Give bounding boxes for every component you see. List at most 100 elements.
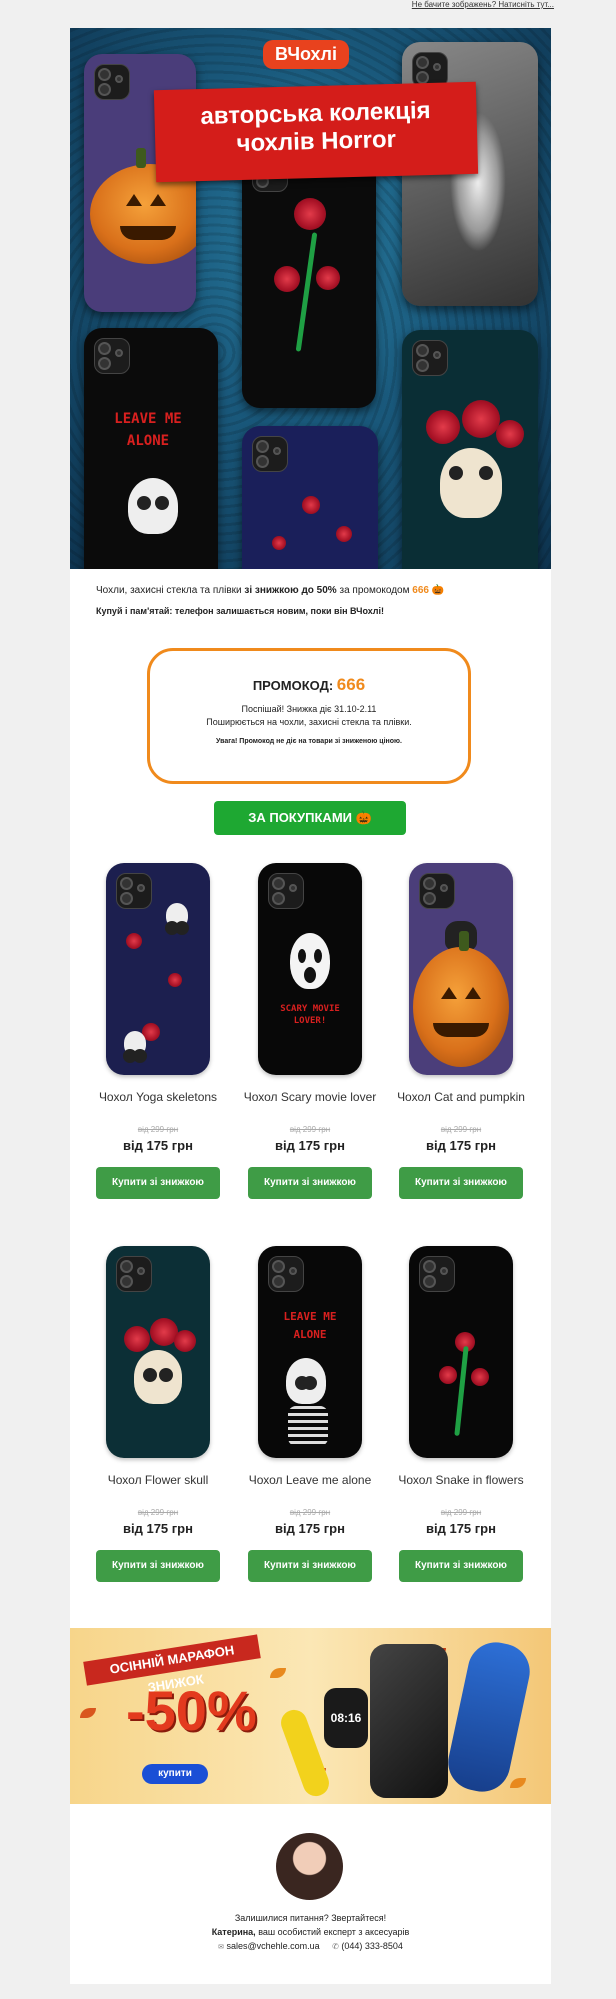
footer-contacts: ✉ sales@vchehle.com.ua ✆ (044) 333-8504 xyxy=(70,1941,551,1951)
product-name[interactable]: Чохол Cat and pumpkin xyxy=(391,1089,531,1123)
product-name[interactable]: Чохол Snake in flowers xyxy=(391,1472,531,1506)
flower-icon xyxy=(168,973,182,987)
email-icon: ✉ xyxy=(218,1944,224,1951)
rose-icon xyxy=(471,1368,489,1386)
avatar xyxy=(276,1833,343,1900)
product-name[interactable]: Чохол Leave me alone xyxy=(240,1472,380,1506)
hero-case-flower-skull xyxy=(402,330,538,569)
camera-icon xyxy=(94,338,130,374)
product-price: від 175 грн xyxy=(426,1138,496,1153)
flower-icon xyxy=(126,933,142,949)
hero-banner[interactable]: LEAVE ME ALONE ВЧохлі авторська колекція… xyxy=(70,28,551,569)
pumpkin-emoji-icon: 🎃 xyxy=(431,585,445,596)
product-card[interactable]: Чохол Cat and pumpkin від 299 грн від 17… xyxy=(391,863,531,1199)
footer-signature: Катерина, ваш особистий експерт з аксесу… xyxy=(70,1927,551,1937)
product-card[interactable]: SCARY MOVIE LOVER! Чохол Scary movie lov… xyxy=(240,863,380,1199)
camera-icon xyxy=(94,64,130,100)
rose-icon xyxy=(439,1366,457,1384)
camera-icon xyxy=(268,1256,304,1292)
flower-icon xyxy=(336,526,352,542)
rose-icon xyxy=(316,266,340,290)
snake-icon xyxy=(295,232,318,352)
case-text: LEAVE ME ALONE xyxy=(283,1310,337,1341)
promo-text: за промокодом xyxy=(336,585,413,596)
promo-code-value: 666 xyxy=(336,675,366,694)
promo-discount: зі знижкою до 50% xyxy=(244,585,337,596)
sale-discount: -50% xyxy=(126,1679,257,1742)
skeleton-icon xyxy=(286,1358,326,1404)
product-name[interactable]: Чохол Flower skull xyxy=(88,1472,228,1506)
buy-button[interactable]: Купити зі знижкою xyxy=(248,1550,372,1582)
product-price: від 175 грн xyxy=(426,1521,496,1536)
product-image-leave-me-alone[interactable]: LEAVE ME ALONE xyxy=(258,1246,362,1458)
buy-button[interactable]: Купити зі знижкою xyxy=(96,1167,220,1199)
product-card[interactable]: Чохол Yoga skeletons від 299 грн від 175… xyxy=(88,863,228,1199)
product-card[interactable]: Чохол Flower skull від 299 грн від 175 г… xyxy=(88,1246,228,1582)
ghostface-mask-icon xyxy=(290,933,330,989)
camera-icon xyxy=(268,873,304,909)
shop-now-button[interactable]: ЗА ПОКУПКАМИ 🎃 xyxy=(214,801,406,835)
product-image-cat-pumpkin[interactable] xyxy=(409,863,513,1075)
rose-icon xyxy=(174,1330,196,1352)
old-price: від 299 грн xyxy=(137,1508,179,1517)
camera-icon xyxy=(116,1256,152,1292)
product-price: від 175 грн xyxy=(123,1138,193,1153)
promo-scope: Поширюється на чохли, захисні стекла та … xyxy=(206,717,412,727)
smartwatch-icon: 08:16 xyxy=(324,1688,368,1748)
old-price: від 299 грн xyxy=(137,1125,179,1134)
autumn-sale-banner[interactable]: ОСІННІЙ МАРАФОН ЗНИЖОК -50% купити 08:16 xyxy=(70,1628,551,1804)
leaf-icon xyxy=(80,1708,96,1718)
sugar-skull-icon xyxy=(440,448,502,518)
old-price: від 299 грн xyxy=(440,1125,482,1134)
promo-code-box: ПРОМОКОД: 666 Поспішай! Знижка діє 31.10… xyxy=(147,648,471,784)
rose-icon xyxy=(294,198,326,230)
product-price: від 175 грн xyxy=(275,1521,345,1536)
promo-line-1: Чохли, захисні стекла та плівки зі знижк… xyxy=(96,585,444,596)
case-text: SCARY MOVIE LOVER! xyxy=(280,1004,340,1026)
email-link[interactable]: sales@vchehle.com.ua xyxy=(226,1941,319,1951)
product-image-snake-flowers[interactable] xyxy=(409,1246,513,1458)
promo-text: Чохли, захисні стекла та плівки xyxy=(96,585,245,596)
hero-case-yoga xyxy=(242,426,378,569)
product-image-yoga[interactable] xyxy=(106,863,210,1075)
sugar-skull-icon xyxy=(134,1350,182,1404)
promo-line-2: Купуй і пам'ятай: телефон залишається но… xyxy=(96,606,384,616)
promo-warning: Увага! Промокод не діє на товари зі зниж… xyxy=(216,738,402,745)
product-price: від 175 грн xyxy=(275,1138,345,1153)
camera-icon xyxy=(252,436,288,472)
product-card[interactable]: Чохол Snake in flowers від 299 грн від 1… xyxy=(391,1246,531,1582)
footer-question: Залишилися питання? Звертайтеся! xyxy=(234,1913,387,1923)
buy-button[interactable]: Купити зі знижкою xyxy=(399,1167,523,1199)
pumpkin-icon xyxy=(413,931,509,1067)
skeleton-icon xyxy=(165,903,189,935)
product-card[interactable]: LEAVE ME ALONE Чохол Leave me alone від … xyxy=(240,1246,380,1582)
product-image-scary-movie[interactable]: SCARY MOVIE LOVER! xyxy=(258,863,362,1075)
hero-case-leave-me-alone: LEAVE ME ALONE xyxy=(84,328,218,569)
case-text: LEAVE ME ALONE xyxy=(114,411,182,449)
camera-icon xyxy=(419,873,455,909)
leaf-icon xyxy=(510,1778,526,1788)
buy-button[interactable]: Купити зі знижкою xyxy=(96,1550,220,1582)
phone-icon: ✆ xyxy=(332,1942,339,1951)
flower-icon xyxy=(302,496,320,514)
product-price: від 175 грн xyxy=(123,1521,193,1536)
rose-icon xyxy=(462,400,500,438)
snake-icon xyxy=(454,1345,469,1437)
camera-icon xyxy=(116,873,152,909)
buy-button[interactable]: Купити зі знижкою xyxy=(248,1167,372,1199)
product-image-flower-skull[interactable] xyxy=(106,1246,210,1458)
view-in-browser-link[interactable]: Не бачите зображень? Натисніть тут... xyxy=(412,0,554,9)
flower-icon xyxy=(272,536,286,550)
product-name[interactable]: Чохол Scary movie lover xyxy=(240,1089,380,1123)
phone-link[interactable]: (044) 333-8504 xyxy=(341,1941,403,1951)
manager-role: ваш особистий експерт з аксесуарів xyxy=(255,1927,410,1937)
rose-icon xyxy=(426,410,460,444)
ribcage-icon xyxy=(288,1406,328,1446)
product-name[interactable]: Чохол Yoga skeletons xyxy=(88,1089,228,1123)
rose-icon xyxy=(124,1326,150,1352)
hero-title: авторська колекція чохлів Horror xyxy=(153,81,479,183)
autumn-buy-button[interactable]: купити xyxy=(142,1764,208,1784)
camera-icon xyxy=(412,340,448,376)
speaker-icon xyxy=(443,1637,535,1797)
buy-button[interactable]: Купити зі знижкою xyxy=(399,1550,523,1582)
